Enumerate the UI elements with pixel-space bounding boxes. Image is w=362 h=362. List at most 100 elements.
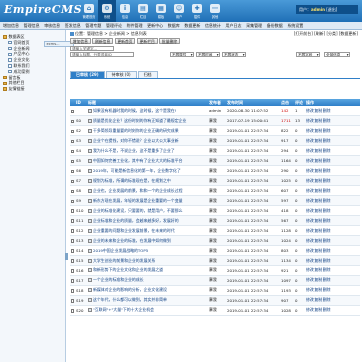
- row-op-link[interactable]: 删除: [323, 118, 331, 123]
- row-op-link[interactable]: 复制: [314, 248, 322, 253]
- row-checkbox[interactable]: [71, 259, 75, 263]
- tree-collapse-handle[interactable]: [65, 253, 68, 260]
- toolbar-plugin[interactable]: ✚ 插件: [188, 0, 206, 22]
- action-button[interactable]: 批量删除: [159, 38, 180, 44]
- row-title-link[interactable]: 企业标准和企业的质量，会越来越多好，发展好的: [93, 218, 179, 223]
- table-row[interactable]: S6 2019年，可能是新信息化的第一年，企业数字化了 寨我 2019-01-01 2…: [70, 165, 360, 177]
- row-op-link[interactable]: 修改: [306, 188, 314, 193]
- action-button[interactable]: 更新首页: [114, 38, 136, 44]
- table-row[interactable]: S19 这个年代，什么都可以做到，其实并非简单 寨我 2019-01-01 22:57…: [70, 295, 360, 306]
- row-op-link[interactable]: 删除: [323, 277, 331, 282]
- action-button[interactable]: 增加信息: [70, 38, 91, 44]
- row-op-link[interactable]: 复制: [314, 118, 322, 123]
- table-row[interactable]: S20 "互联网"+"大量"下的十大企业机会 寨我 2019-01-01 22:57:…: [70, 305, 360, 316]
- table-row[interactable]: S15 大学生创业的前景和企业的发展关系 寨我 2019-01-01 22:57:34…: [70, 255, 360, 266]
- column-header[interactable]: 标题: [87, 99, 208, 106]
- row-title-link[interactable]: 一个企业的标准和企业的成长: [93, 277, 144, 282]
- row-op-link[interactable]: 复制: [314, 108, 322, 113]
- toolbar-home[interactable]: ⌂ 管理首页: [80, 0, 98, 22]
- row-op-link[interactable]: 删除: [323, 178, 331, 183]
- row-op-link[interactable]: 删除: [323, 128, 331, 133]
- table-row[interactable]: S12 企业重要的问题和企业发展前景，在未来的时代 寨我 2019-01-01 22:…: [70, 225, 360, 237]
- field-select[interactable]: 不限字段: [296, 52, 320, 57]
- menu-item[interactable]: 备份数据: [267, 23, 283, 29]
- row-op-link[interactable]: 复制: [314, 228, 322, 233]
- menu-item[interactable]: 增加信息: [3, 23, 19, 29]
- menu-item[interactable]: 审核信息: [44, 23, 60, 29]
- menu-item[interactable]: 系统设置: [287, 23, 303, 29]
- row-checkbox[interactable]: [71, 159, 75, 164]
- row-op-link[interactable]: 删除: [323, 228, 331, 233]
- row-checkbox[interactable]: [71, 229, 75, 233]
- row-checkbox[interactable]: [71, 219, 75, 223]
- column-header[interactable]: 点击: [280, 99, 294, 106]
- menu-item[interactable]: 数据库: [168, 23, 180, 29]
- table-row[interactable]: S5 中国如何完善工业化，其中有了企业大大的标准平台 寨我 2019-01-01 22…: [70, 155, 360, 167]
- row-title-link[interactable]: 2019中国企业发展战略的TOP5: [93, 248, 148, 253]
- column-header[interactable]: ID: [75, 99, 87, 106]
- row-title-link[interactable]: 新媒体对企业的影响的分析，企业文化建设: [93, 287, 167, 292]
- row-checkbox[interactable]: [71, 269, 75, 273]
- row-title-link[interactable]: "互联网"+"大量"下的十大企业机会: [93, 307, 154, 312]
- row-checkbox[interactable]: [71, 239, 75, 243]
- table-row[interactable]: S17 一个企业的标准和企业的成长 寨我 2019-01-01 22:57:34 109…: [70, 275, 360, 286]
- column-header[interactable]: 操作: [305, 99, 360, 106]
- action-button[interactable]: 刷新信息: [92, 38, 114, 44]
- row-op-link[interactable]: 删除: [323, 168, 331, 173]
- row-title-link[interactable]: 和新形势下的企业文化和企业的发展之道: [93, 267, 163, 272]
- table-row[interactable]: S11 企业标准和企业的质量，会越来越多好，发展好的 寨我 2019-01-01 22…: [70, 215, 360, 227]
- table-row[interactable]: S18 新媒体对企业的影响的分析，企业文化建设 寨我 2019-01-01 22:57…: [70, 285, 360, 296]
- row-op-link[interactable]: 复制: [314, 158, 322, 163]
- row-checkbox[interactable]: [71, 299, 75, 303]
- row-op-link[interactable]: 修改: [306, 198, 314, 203]
- row-op-link[interactable]: 修改: [306, 208, 314, 213]
- menu-item[interactable]: 采集管理: [246, 23, 262, 29]
- row-op-link[interactable]: 修改: [306, 108, 314, 113]
- row-op-link[interactable]: 复制: [314, 307, 322, 312]
- table-row[interactable]: S2 干多简领导重量要的时刻你的企业正确的研究成果 寨我 2019-01-01 22:…: [70, 125, 360, 137]
- tab-2[interactable]: 归档: [137, 71, 158, 78]
- row-op-link[interactable]: 删除: [323, 287, 331, 292]
- row-op-link[interactable]: 复制: [314, 277, 322, 282]
- column-header[interactable]: 评论: [294, 99, 305, 106]
- action-button[interactable]: 更新栏目: [136, 38, 158, 44]
- toolbar-gear[interactable]: ⚙ 系统: [98, 0, 116, 22]
- status-select[interactable]: 不限状态: [222, 52, 246, 57]
- row-op-link[interactable]: 修改: [306, 138, 314, 143]
- row-op-link[interactable]: 复制: [314, 138, 322, 143]
- table-row[interactable]: S14 2019中国企业发展战略的TOP5 寨我 2019-01-01 22:57:3…: [70, 245, 360, 257]
- row-op-link[interactable]: 复制: [314, 168, 322, 173]
- row-title-link[interactable]: 我为什么不是，不说企业，这不是重多了企业了: [93, 148, 175, 153]
- toolbar-template[interactable]: ▦ 模板: [152, 0, 170, 22]
- row-op-link[interactable]: 删除: [323, 138, 331, 143]
- menu-item[interactable]: 信息统计: [205, 23, 221, 29]
- table-row[interactable]: S13 企业的未来和企业的标准，在发展中如何做到 寨我 2019-01-01 22:5…: [70, 235, 360, 247]
- row-title-link[interactable]: 如果没有机器时我的时候，这时候，这个是我在!: [93, 108, 176, 113]
- column-header[interactable]: 发布者: [208, 99, 226, 106]
- row-title-link[interactable]: 大学生创业的前景和企业的发展关系: [93, 258, 155, 263]
- row-op-link[interactable]: 删除: [323, 198, 331, 203]
- row-op-link[interactable]: 修改: [306, 297, 314, 302]
- row-checkbox[interactable]: [71, 179, 75, 183]
- row-op-link[interactable]: 修改: [306, 158, 314, 163]
- row-checkbox[interactable]: [71, 289, 75, 293]
- tree-node[interactable]: 友情链接: [3, 86, 63, 92]
- row-title-link[interactable]: 企业的未来和企业的标准，在发展中如何做到: [93, 238, 171, 243]
- row-title-link[interactable]: 中国如何完善工业化，其中有了企业大大的标准平台: [93, 158, 182, 163]
- row-op-link[interactable]: 修改: [306, 118, 314, 123]
- top-links[interactable]: [打开前台] [刷新] [分类] [数据更新]: [294, 31, 358, 37]
- row-op-link[interactable]: 修改: [306, 248, 314, 253]
- table-row[interactable]: S7 规划为标准，所谓的标准现在是，在规划之中 寨我 2019-01-01 22:57…: [70, 175, 360, 187]
- row-op-link[interactable]: 删除: [323, 238, 331, 243]
- menu-item[interactable]: 用户日志: [226, 23, 242, 29]
- row-checkbox[interactable]: [71, 169, 75, 173]
- title-search-input[interactable]: 请输入标题、分类或者ID: [70, 52, 134, 57]
- row-op-link[interactable]: 修改: [306, 168, 314, 173]
- table-row[interactable]: S10 企业的标准化建设，只要要的，就是用户，不要那么 寨我 2019-01-01 2…: [70, 205, 360, 217]
- menu-item[interactable]: 管理评论: [106, 23, 122, 29]
- row-title-link[interactable]: 2019年，可能是新信息化的第一年，企业数字化了: [93, 168, 181, 173]
- toolbar-info[interactable]: i 信息: [116, 0, 134, 22]
- row-op-link[interactable]: 修改: [306, 267, 314, 272]
- menu-item[interactable]: 附件管理: [127, 23, 143, 29]
- row-op-link[interactable]: 删除: [323, 188, 331, 193]
